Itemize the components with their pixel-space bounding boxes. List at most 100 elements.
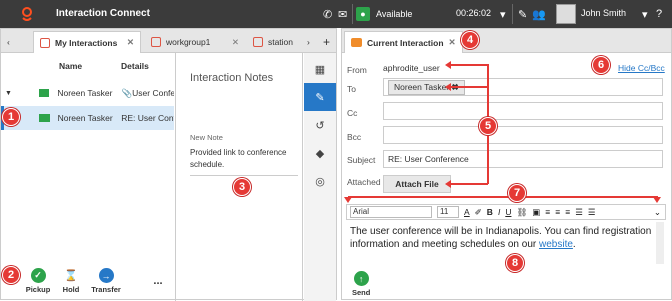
tab-bar: Current Interaction ✕ [342,29,671,53]
callout-arrow [445,61,451,69]
website-link[interactable]: website [539,239,573,250]
formatting-toolbar: Arial 11 A ✐ B I U ⛓ ▣ ≡ ≡ ≡ ☰ ☰ ⌄ [346,204,666,220]
new-note-label: New Note [190,133,223,142]
arrow-right-icon: → [98,268,114,283]
tab-current-interaction[interactable]: Current Interaction ✕ [344,31,463,53]
italic-icon[interactable]: I [498,207,500,217]
link-icon[interactable]: ⛓ [516,207,527,218]
tab-bar: ‹ My Interactions ✕ workgroup1 ✕ station… [1,29,336,53]
callout-badge: 1 [2,108,20,126]
expand-icon[interactable]: ▼ [5,90,19,97]
font-select[interactable]: Arial [350,206,432,218]
highlight-icon[interactable]: ✐ [475,207,482,218]
callout-badge: 3 [233,178,251,196]
help-ring-icon[interactable]: ◎ [304,167,336,195]
interaction-notes-pane: Interaction Notes New Note Provided link… [175,53,303,301]
phone-icon[interactable]: ✆ [323,8,332,21]
chevron-down-icon[interactable]: ▾ [500,8,506,21]
callout-arrow [344,197,352,203]
text-color-icon[interactable]: A [464,207,470,217]
compose-icon[interactable]: ✎ [518,8,527,21]
expand-toolbar-icon[interactable]: ⌄ [654,207,661,218]
more-actions-button[interactable]: ... [139,275,177,287]
arrow-up-icon: ↑ [353,271,369,286]
callout-arrow [653,197,661,203]
bold-icon[interactable]: B [487,207,493,217]
from-value: aphrodite_user [383,63,440,73]
note-text[interactable]: Provided link to conference schedule. [190,147,298,176]
attached-label: Attached [347,177,381,187]
underline-icon[interactable]: U [505,207,511,217]
close-icon[interactable]: ✕ [127,37,134,48]
bcc-label: Bcc [347,132,362,142]
close-icon[interactable]: ✕ [449,37,456,48]
table-row[interactable]: Noreen Tasker RE: User Conf [1,106,174,130]
subject-field[interactable]: RE: User Conference [383,150,663,168]
align-right-icon[interactable]: ≡ [565,207,570,217]
callout-line [348,196,658,198]
scrollbar[interactable] [656,222,664,264]
size-select[interactable]: 11 [437,206,459,218]
attachment-icon: 📎 [121,87,133,98]
email-icon [38,89,50,97]
notes-title: Interaction Notes [190,72,274,84]
close-icon[interactable]: ✕ [232,37,239,48]
align-left-icon[interactable]: ≡ [545,207,550,217]
history-icon[interactable]: ↺ [304,111,336,139]
action-bar: ✓ Pickup ⌛ Hold → Transfer ... [1,265,174,301]
chat-icon [351,38,362,47]
transfer-button[interactable]: → Transfer [87,268,125,294]
table-row[interactable]: ▼ Noreen Tasker 📎 User Confe [1,81,174,105]
callout-badge: 8 [506,254,524,272]
add-tab-icon[interactable]: + [317,31,336,53]
directory-icon[interactable]: 👥 [532,8,546,21]
mail-icon[interactable]: ✉ [338,8,347,21]
top-bar: Interaction Connect ✆ ✉ ● Available 00:2… [0,0,672,28]
tag-icon[interactable]: ◆ [304,139,336,167]
callout-line [450,64,488,66]
hide-cc-bcc-link[interactable]: Hide Cc/Bcc [618,63,665,73]
grid-icon[interactable]: ▦ [304,55,336,83]
queue-icon [40,37,50,48]
bullet-list-icon[interactable]: ☰ [588,207,596,218]
image-icon[interactable]: ▣ [532,207,540,218]
callout-badge: 2 [2,266,20,284]
callout-line [450,183,488,185]
tab-scroll-left-icon[interactable]: ‹ [3,31,14,53]
subject-label: Subject [347,155,376,165]
hold-button[interactable]: ⌛ Hold [52,268,90,294]
avatar[interactable] [556,4,576,24]
hourglass-icon: ⌛ [63,268,79,283]
align-center-icon[interactable]: ≡ [555,207,560,217]
tab-scroll-right-icon[interactable]: › [301,31,316,53]
tab-workgroup1[interactable]: workgroup1 ✕ [145,31,245,53]
queue-icon [253,37,263,47]
help-icon[interactable]: ? [656,8,662,20]
tab-my-interactions[interactable]: My Interactions ✕ [33,31,141,53]
user-name[interactable]: John Smith [581,8,626,18]
column-details[interactable]: Details [121,61,149,71]
to-field[interactable]: Noreen Tasker ✖ [383,78,663,96]
available-icon: ● [356,7,370,21]
divider [512,4,513,24]
tab-station[interactable]: station [247,31,299,53]
callout-badge: 4 [461,31,479,49]
bcc-field[interactable] [383,126,663,144]
callout-badge: 7 [508,184,526,202]
chevron-down-icon[interactable]: ▾ [642,8,648,21]
cc-field[interactable] [383,102,663,120]
to-label: To [347,84,356,94]
callout-arrow [445,83,451,91]
side-toolbar: ▦ ✎ ↺ ◆ ◎ [304,53,336,301]
attach-file-button[interactable]: Attach File [383,175,451,193]
queue-icon [151,37,161,47]
send-button[interactable]: ↑ Send [352,271,370,297]
column-name[interactable]: Name [59,61,82,71]
callout-badge: 6 [592,56,610,74]
callout-line [450,86,488,88]
notes-pencil-icon[interactable]: ✎ [304,83,336,111]
check-icon: ✓ [30,268,46,283]
numbered-list-icon[interactable]: ☰ [575,207,583,218]
genesys-logo-icon [22,7,32,21]
status-selector[interactable]: ● Available [356,3,448,25]
